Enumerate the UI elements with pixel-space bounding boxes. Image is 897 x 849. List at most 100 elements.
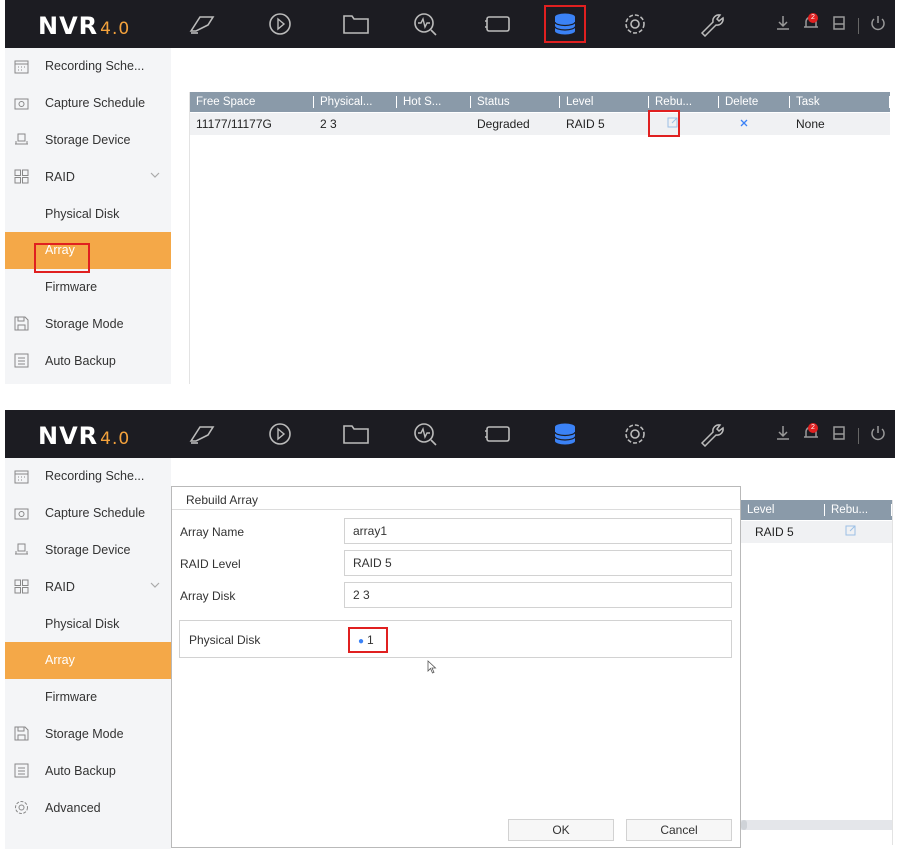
sidebar-item-storage-mode[interactable]: Storage Mode [5, 306, 171, 343]
physical-disk-option[interactable]: ● 1 [348, 627, 388, 653]
horizontal-scrollbar[interactable] [741, 820, 892, 830]
hdd-icon [13, 132, 29, 148]
smart-analysis-icon[interactable] [407, 8, 443, 40]
maintenance-icon[interactable] [693, 418, 729, 450]
column-level[interactable]: Level [560, 92, 649, 112]
live-view-icon[interactable] [185, 418, 221, 450]
table-row[interactable]: 11177/11177G 2 3 Degraded RAID 5 None [190, 113, 890, 135]
chevron-down-icon[interactable] [149, 579, 161, 591]
physical-disk-number: 1 [367, 633, 374, 647]
sidebar-item-label: Storage Mode [45, 726, 124, 741]
column-level[interactable]: Level [741, 500, 825, 520]
smart-analysis-icon[interactable] [407, 418, 443, 450]
sidebar-item-storage-device[interactable]: Storage Device [5, 122, 171, 159]
array-disk-field[interactable]: 2 3 [344, 582, 732, 608]
column-free-space[interactable]: Free Space [190, 92, 314, 112]
system-tray: 2 [774, 13, 887, 37]
system-tray: 2 [774, 423, 887, 447]
array-name-label: Array Name [180, 525, 245, 539]
live-view-icon[interactable] [185, 8, 221, 40]
camera-icon[interactable] [480, 418, 516, 450]
sidebar-item-label: Array [45, 243, 75, 258]
chevron-down-icon[interactable] [149, 169, 161, 181]
cell-level: RAID 5 [755, 525, 794, 539]
column-task[interactable]: Task [790, 92, 890, 112]
sidebar-item-label: Array [45, 653, 75, 668]
column-physical[interactable]: Physical... [314, 92, 397, 112]
delete-x-icon[interactable] [739, 118, 749, 128]
sidebar-item-raid[interactable]: RAID [5, 568, 171, 605]
storage-icon[interactable] [547, 418, 583, 450]
array-name-field[interactable]: array1 [344, 518, 732, 544]
sidebar-item-auto-backup[interactable]: Auto Backup [5, 342, 171, 379]
maintenance-icon[interactable] [693, 8, 729, 40]
cell-task: None [796, 117, 825, 131]
sidebar-item-label: RAID [45, 169, 75, 184]
file-management-icon[interactable] [338, 418, 374, 450]
playback-icon[interactable] [262, 418, 298, 450]
camera-capture-icon [13, 505, 29, 521]
cell-status: Degraded [477, 117, 530, 131]
storage-icon[interactable] [544, 5, 586, 43]
camera-icon[interactable] [480, 8, 516, 40]
column-rebuild[interactable]: Rebu... [825, 500, 892, 520]
column-hot-spare[interactable]: Hot S... [397, 92, 471, 112]
sidebar-item-firmware[interactable]: Firmware [5, 269, 171, 306]
sidebar-item-storage-mode[interactable]: Storage Mode [5, 716, 171, 753]
nvr-logo: NVR 4.0 [38, 12, 131, 40]
sidebar-item-label: Capture Schedule [45, 506, 146, 521]
lock-icon[interactable] [830, 14, 848, 37]
sidebar-item-array[interactable]: Array [5, 641, 171, 679]
cell-rebuild [649, 113, 719, 135]
rebuild-edit-icon[interactable] [845, 524, 857, 536]
sidebar-item-array[interactable]: Array [5, 231, 171, 269]
lock-icon[interactable] [830, 424, 848, 447]
sidebar-item-auto-backup[interactable]: Auto Backup [5, 752, 171, 789]
sidebar-item-capture-schedule[interactable]: Capture Schedule [5, 495, 171, 532]
cancel-button[interactable]: Cancel [626, 819, 732, 841]
sidebar-item-raid[interactable]: RAID [5, 158, 171, 195]
alarm-icon[interactable]: 2 [802, 423, 820, 447]
download-icon[interactable] [774, 424, 792, 447]
table-row[interactable]: RAID 5 [741, 521, 892, 543]
sidebar-item-label: Recording Sche... [45, 469, 145, 484]
sidebar-item-storage-device[interactable]: Storage Device [5, 532, 171, 569]
calendar-icon [13, 468, 29, 484]
save-icon [13, 316, 29, 332]
column-rebuild[interactable]: Rebu... [649, 92, 719, 112]
sidebar-item-recording-schedule[interactable]: Recording Sche... [5, 48, 171, 85]
column-status[interactable]: Status [471, 92, 560, 112]
alarm-icon[interactable]: 2 [802, 13, 820, 37]
sidebar-item-firmware[interactable]: Firmware [5, 679, 171, 716]
download-icon[interactable] [774, 14, 792, 37]
rebuild-edit-icon[interactable] [667, 116, 679, 128]
configuration-icon[interactable] [617, 8, 653, 40]
sidebar-item-recording-schedule[interactable]: Recording Sche... [5, 458, 171, 495]
sidebar-item-label: Physical Disk [45, 616, 120, 631]
file-management-icon[interactable] [338, 8, 374, 40]
sidebar-item-label: RAID [45, 579, 75, 594]
cell-free-space: 11177/11177G [196, 117, 272, 131]
sidebar-item-label: Capture Schedule [45, 96, 146, 111]
raid-level-field[interactable]: RAID 5 [344, 550, 732, 576]
playback-icon[interactable] [262, 8, 298, 40]
background-table-header: Level Rebu... [741, 500, 892, 520]
storage-sidebar: Recording Sche... Capture Schedule Stora… [5, 458, 171, 849]
backup-icon [13, 763, 29, 779]
sidebar-item-capture-schedule[interactable]: Capture Schedule [5, 85, 171, 122]
sidebar-item-label: Firmware [45, 690, 98, 705]
sidebar-item-physical-disk[interactable]: Physical Disk [5, 605, 171, 642]
power-icon[interactable] [869, 14, 887, 37]
tray-divider [858, 427, 859, 444]
power-icon[interactable] [869, 424, 887, 447]
ok-button[interactable]: OK [508, 819, 614, 841]
alarm-count-badge: 2 [808, 13, 818, 23]
dialog-divider [172, 509, 740, 510]
configuration-icon[interactable] [617, 418, 653, 450]
sidebar-item-advanced[interactable]: Advanced [5, 789, 171, 826]
save-icon [13, 726, 29, 742]
table-right-border [892, 500, 893, 845]
sidebar-item-physical-disk[interactable]: Physical Disk [5, 195, 171, 232]
column-delete[interactable]: Delete [719, 92, 790, 112]
scrollbar-thumb[interactable] [741, 820, 747, 830]
